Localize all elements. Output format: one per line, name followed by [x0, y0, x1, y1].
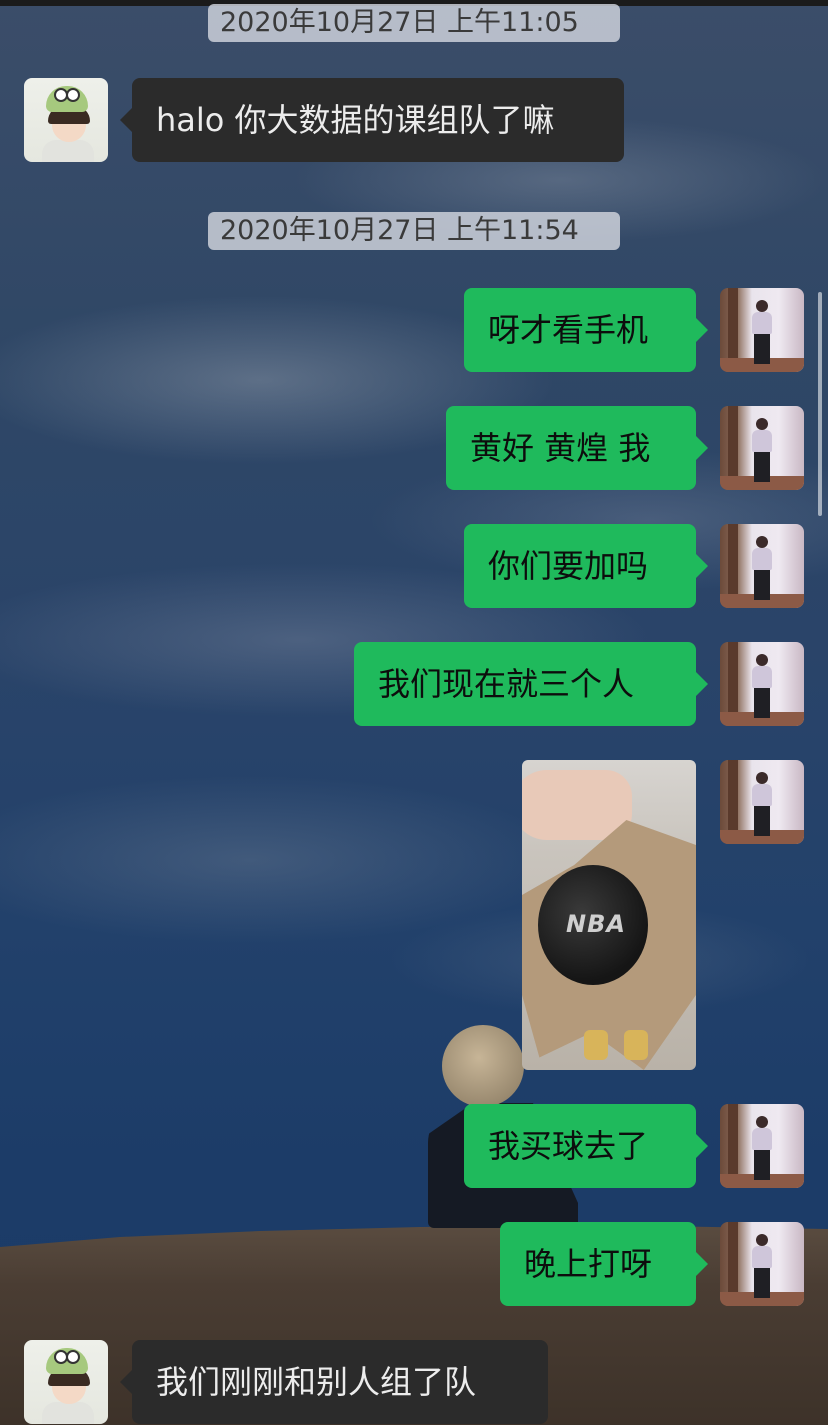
message-bubble-outgoing[interactable]: 我买球去了 [464, 1104, 708, 1188]
scrollbar[interactable] [818, 292, 822, 516]
timestamp-1: 2020年10月27日 上午11:05 [208, 4, 620, 42]
self-avatar[interactable] [720, 406, 804, 490]
message-bubble-outgoing[interactable]: 晚上打呀 [500, 1222, 708, 1306]
contact-avatar[interactable] [24, 1340, 108, 1424]
shoe-left [584, 1030, 608, 1060]
self-avatar[interactable] [720, 1222, 804, 1306]
chat-screen: 2020年10月27日 上午11:05 halo 你大数据的课组队了嘛 2020… [0, 0, 828, 1425]
image-message[interactable]: NBA [522, 760, 696, 1070]
ball-logo-text: NBA [566, 910, 626, 938]
contact-avatar[interactable] [24, 78, 108, 162]
message-bubble-incoming[interactable]: 我们刚刚和别人组了队 [120, 1340, 548, 1424]
self-avatar[interactable] [720, 1104, 804, 1188]
self-avatar[interactable] [720, 288, 804, 372]
message-bubble-outgoing[interactable]: 呀才看手机 [464, 288, 708, 372]
message-bubble-outgoing[interactable]: 黄好 黄煌 我 [446, 406, 708, 490]
message-bubble-outgoing[interactable]: 你们要加吗 [464, 524, 708, 608]
shoe-right [624, 1030, 648, 1060]
self-avatar[interactable] [720, 642, 804, 726]
message-bubble-outgoing[interactable]: 我们现在就三个人 [354, 642, 708, 726]
self-avatar[interactable] [720, 760, 804, 844]
message-bubble-incoming[interactable]: halo 你大数据的课组队了嘛 [120, 78, 624, 162]
self-avatar[interactable] [720, 524, 804, 608]
timestamp-2: 2020年10月27日 上午11:54 [208, 212, 620, 250]
